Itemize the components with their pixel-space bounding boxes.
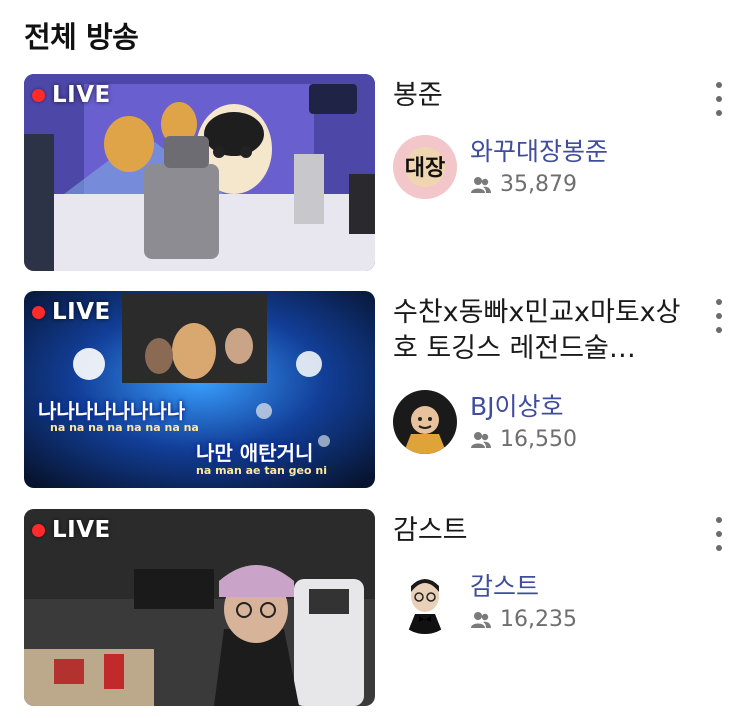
channel-name[interactable]: 감스트 <box>470 567 539 603</box>
people-icon <box>471 176 491 193</box>
more-vertical-icon[interactable] <box>709 82 729 116</box>
lyric-line-1: 나나나나나나나나 <box>38 399 186 423</box>
svg-text:대장: 대장 <box>405 156 445 181</box>
viewer-count-text: 16,550 <box>500 427 577 452</box>
avatar[interactable] <box>393 390 457 454</box>
live-label: LIVE <box>52 517 111 543</box>
thumbnail[interactable]: LIVE 나나나나나나나나 na na na na na na na na 나만… <box>24 291 375 488</box>
lyric-roman-1: na na na na na na na na <box>50 421 199 434</box>
lyric-roman-2: na man ae tan geo ni <box>196 464 328 477</box>
live-dot-icon <box>32 88 45 102</box>
viewer-count: 35,879 <box>470 172 577 197</box>
avatar[interactable] <box>393 570 457 634</box>
live-dot-icon <box>32 305 45 319</box>
thumbnail[interactable]: LIVE <box>24 509 375 706</box>
broadcast-card[interactable]: LIVE 감스트 감스트 16,235 <box>24 509 739 707</box>
section-title: 전체 방송 <box>24 20 139 54</box>
people-icon <box>471 611 491 628</box>
thumbnail[interactable]: LIVE <box>24 74 375 271</box>
channel-name[interactable]: BJ이상호 <box>470 387 564 423</box>
live-badge: LIVE <box>32 299 111 325</box>
lyric-line-2: 나만 애탄거니 <box>196 441 314 465</box>
live-label: LIVE <box>52 82 111 108</box>
broadcast-card[interactable]: LIVE 나나나나나나나나 na na na na na na na na 나만… <box>24 291 739 489</box>
broadcast-title[interactable]: 감스트 <box>393 513 683 549</box>
broadcast-title[interactable]: 봉준 <box>393 78 683 114</box>
more-vertical-icon[interactable] <box>709 299 729 333</box>
channel-name[interactable]: 와꾸대장봉준 <box>470 132 608 168</box>
more-vertical-icon[interactable] <box>709 517 729 551</box>
avatar[interactable]: 대장 <box>393 135 457 199</box>
people-icon <box>471 431 491 448</box>
viewer-count-text: 35,879 <box>500 172 577 197</box>
broadcast-title[interactable]: 수찬x동빠x민교x마토x상호 토깅스 레전드술… <box>393 295 683 367</box>
viewer-count: 16,550 <box>470 427 577 452</box>
live-badge: LIVE <box>32 517 111 543</box>
viewer-count: 16,235 <box>470 607 577 632</box>
viewer-count-text: 16,235 <box>500 607 577 632</box>
live-badge: LIVE <box>32 82 111 108</box>
live-dot-icon <box>32 523 45 537</box>
broadcast-card[interactable]: LIVE 봉준 대장 와꾸대장봉준 35,879 <box>24 74 739 272</box>
live-label: LIVE <box>52 299 111 325</box>
